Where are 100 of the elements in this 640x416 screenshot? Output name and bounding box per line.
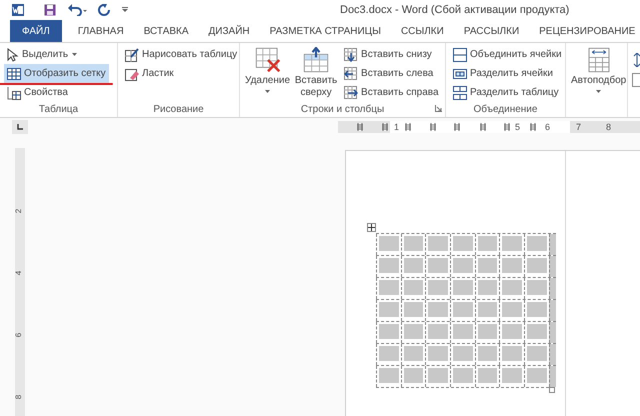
column-marker-icon[interactable] <box>430 123 436 131</box>
ribbon-tab[interactable]: ГЛАВНАЯ <box>74 20 128 42</box>
table-cell <box>428 368 448 383</box>
column-marker-icon[interactable] <box>454 123 460 131</box>
ribbon-tab[interactable]: РАЗМЕТКА СТРАНИЦЫ <box>266 20 385 42</box>
dropdown-caret-icon <box>596 90 602 93</box>
ribbon-button[interactable]: Выделить <box>4 45 80 64</box>
ribbon-large-button[interactable]: Удаление <box>244 45 292 93</box>
group-label: Рисование <box>153 103 204 117</box>
ribbon-button[interactable]: Вставить снизу <box>341 45 435 64</box>
table-cell <box>379 346 399 361</box>
column-marker-icon[interactable] <box>530 123 536 131</box>
table-move-handle[interactable] <box>367 223 376 232</box>
table-cell <box>428 324 448 339</box>
redo-icon[interactable] <box>98 4 110 16</box>
ruler-number: 8 <box>14 394 24 400</box>
window-title: Doc3.docx - Word (Сбой активации продукта) <box>340 2 570 18</box>
undo-icon[interactable] <box>68 4 88 16</box>
move-arrows-icon <box>368 224 375 231</box>
ribbon-tab[interactable]: ССЫЛКИ <box>396 20 448 42</box>
table-cell <box>453 302 473 317</box>
split-cells-icon <box>453 66 467 80</box>
draw-table-icon <box>125 48 139 62</box>
ribbon-tab[interactable]: ФАЙЛ <box>10 20 62 42</box>
table-cell <box>527 346 547 361</box>
horizontal-ruler[interactable]: 1 5 6 7 8 <box>338 121 640 133</box>
dialog-launcher-icon[interactable] <box>435 105 442 112</box>
customize-caret-icon[interactable] <box>122 7 128 13</box>
ribbon-button[interactable]: Отобразить сетку <box>4 64 109 83</box>
ribbon-button[interactable]: Нарисовать таблицу <box>122 45 240 64</box>
ruler-number: 4 <box>14 270 24 276</box>
ribbon-large-button[interactable]: Автоподбор <box>570 45 628 93</box>
ruler-number: 5 <box>515 121 520 133</box>
ribbon-button[interactable]: Разделить таблицу <box>450 83 562 102</box>
table-cell <box>404 258 424 273</box>
table-cell <box>527 302 547 317</box>
table-grid-icon <box>7 68 21 80</box>
save-icon[interactable] <box>44 4 56 16</box>
table-cell <box>404 368 424 383</box>
ribbon-button[interactable]: Разделить ячейки <box>450 64 556 83</box>
tab-selector[interactable] <box>12 120 28 134</box>
table-cell <box>404 280 424 295</box>
table-resize-handle[interactable] <box>549 387 555 393</box>
table-cell <box>379 236 399 251</box>
ribbon-button[interactable]: Свойства <box>4 83 71 102</box>
table-cell <box>478 346 498 361</box>
ribbon-button[interactable]: Вставить справа <box>341 83 442 102</box>
word-logo-icon[interactable] <box>12 4 24 16</box>
vertical-ruler[interactable]: 2 4 6 8 <box>15 148 25 416</box>
table-cell <box>527 236 547 251</box>
ribbon-large-button[interactable]: Вставить сверху <box>293 45 340 99</box>
ribbon-tab[interactable]: РЕЦЕНЗИРОВАНИЕ <box>535 20 640 42</box>
ruler-number: 8 <box>606 121 612 133</box>
table-cell <box>379 302 399 317</box>
table-cell <box>502 324 522 339</box>
table-cell <box>478 280 498 295</box>
table-cell <box>428 280 448 295</box>
delete-table-icon <box>254 47 281 73</box>
table-cell <box>502 346 522 361</box>
cursor-arrow-icon <box>7 48 19 62</box>
column-marker-icon[interactable] <box>504 123 510 131</box>
group-label: Таблица <box>38 103 78 117</box>
ribbon-tab[interactable]: РАССЫЛКИ <box>460 20 524 42</box>
table-cell <box>502 302 522 317</box>
table-cell <box>502 258 522 273</box>
table-cell <box>453 368 473 383</box>
ribbon-button[interactable]: Вставить слева <box>341 64 436 83</box>
ribbon-tab[interactable]: ВСТАВКА <box>140 20 193 42</box>
column-marker-icon[interactable] <box>405 123 411 131</box>
table-cell <box>453 280 473 295</box>
table-properties-icon <box>7 86 21 100</box>
ruler-number: 6 <box>14 332 24 338</box>
ribbon-tab[interactable]: ДИЗАЙН <box>204 20 254 42</box>
table-cell <box>478 324 498 339</box>
ruler-number: 6 <box>545 121 550 133</box>
table-cell <box>527 368 547 383</box>
ruler-number: 1 <box>394 121 400 133</box>
dropdown-caret-icon <box>72 53 78 56</box>
column-marker-icon[interactable] <box>382 123 388 131</box>
left-tab-icon <box>17 124 23 130</box>
ribbon-button[interactable]: Объединить ячейки <box>450 45 565 64</box>
table-cell <box>404 346 424 361</box>
table-cell <box>379 368 399 383</box>
insert-below-icon <box>344 48 358 62</box>
dropdown-caret-icon <box>265 90 270 93</box>
table-cell <box>428 346 448 361</box>
table-cell <box>478 236 498 251</box>
column-marker-icon[interactable] <box>357 123 363 131</box>
ribbon-button[interactable]: Ластик <box>122 64 177 83</box>
group-label: Строки и столбцы <box>300 103 384 117</box>
insert-above-icon <box>303 47 330 73</box>
table-cell <box>453 346 473 361</box>
column-marker-icon[interactable] <box>480 123 486 131</box>
split-table-icon <box>453 86 467 100</box>
table-cell <box>379 258 399 273</box>
row-height-icon[interactable] <box>632 53 640 67</box>
table-cell <box>502 280 522 295</box>
table-cell <box>478 258 498 273</box>
table-cell <box>478 368 498 383</box>
table-cell <box>478 302 498 317</box>
